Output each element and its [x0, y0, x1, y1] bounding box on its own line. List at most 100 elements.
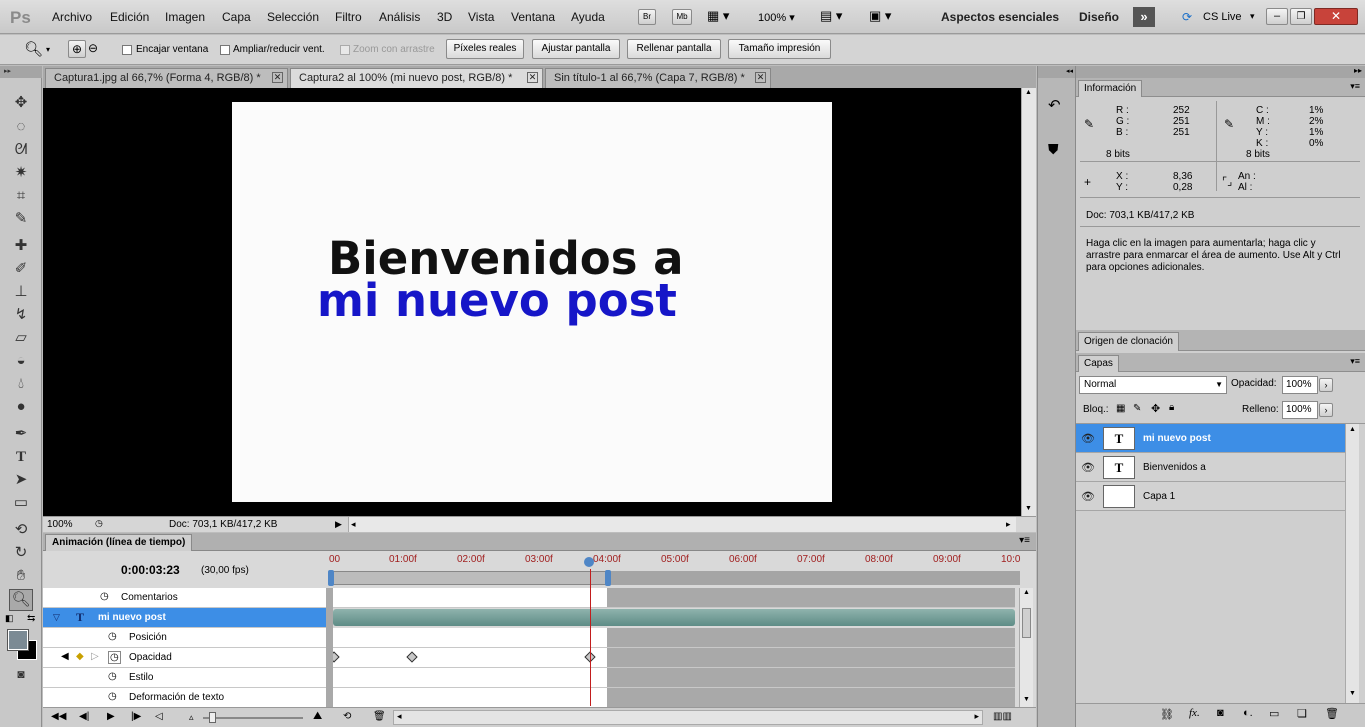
layers-scrollbar[interactable]: ▲ ▼ [1345, 424, 1359, 703]
zoom-out-icon[interactable]: ⊖ [88, 41, 98, 55]
play-icon[interactable]: ▶ [107, 711, 115, 722]
panel-menu-icon[interactable]: ▾≡ [1350, 356, 1360, 367]
menu-filtro[interactable]: Filtro [335, 10, 362, 24]
tab-capas[interactable]: Capas [1078, 355, 1119, 372]
zoom-level-dropdown[interactable]: 100% ▾ [758, 11, 795, 24]
scroll-down-icon[interactable]: ▼ [1023, 696, 1030, 703]
3d-orbit-tool-icon[interactable]: ↻ [10, 543, 32, 563]
fill-slider-button[interactable]: › [1319, 403, 1333, 417]
tab-captura1[interactable]: Captura1.jpg al 66,7% (Forma 4, RGB/8) *… [45, 68, 288, 88]
opacity-slider-button[interactable]: › [1319, 378, 1333, 392]
trash-icon[interactable]: 🗑︎ [373, 711, 386, 722]
zoom-in-icon[interactable]: ⊕ [68, 40, 86, 58]
animation-tab[interactable]: Animación (línea de tiempo) [45, 534, 193, 551]
close-icon[interactable]: ✕ [755, 72, 766, 83]
track-comentarios[interactable]: ◷ Comentarios [43, 588, 326, 608]
lock-brush-icon[interactable]: ✎ [1133, 403, 1141, 414]
eye-icon[interactable]: 👁︎ [1081, 490, 1095, 503]
new-group-icon[interactable]: ▭ [1269, 707, 1279, 720]
status-menu-icon[interactable]: ▶ [335, 519, 342, 530]
actions-panel-icon[interactable]: ⛊ [1048, 141, 1059, 158]
zoom-out-mountain-icon[interactable]: ▵ [189, 712, 194, 723]
tab-informacion[interactable]: Información [1078, 80, 1143, 97]
lock-position-icon[interactable]: ✥ [1151, 402, 1160, 415]
menu-ventana[interactable]: Ventana [511, 10, 555, 24]
status-clock-icon[interactable]: ◷ [95, 518, 103, 529]
timeline-vertical-scrollbar[interactable]: ▲ ▼ [1019, 588, 1033, 708]
eyedropper-tool-icon[interactable]: ✎ [10, 209, 32, 229]
timeline-row[interactable] [333, 588, 1015, 608]
work-area-start-handle[interactable] [328, 570, 334, 586]
dock-collapse-icon[interactable]: ▸▸ [1354, 66, 1362, 75]
new-layer-icon[interactable]: ❏ [1297, 707, 1307, 720]
arrange-documents-icon[interactable]: ▤ ▾ [820, 8, 842, 24]
delete-layer-icon[interactable]: 🗑︎ [1325, 707, 1339, 720]
crop-tool-icon[interactable]: ⌗ [10, 186, 32, 206]
track-layer-mi-nuevo-post[interactable]: ▽ T mi nuevo post [43, 608, 326, 628]
prev-frame-icon[interactable]: ◀| [79, 711, 89, 722]
tab-origen-clonacion[interactable]: Origen de clonación [1078, 332, 1179, 351]
stopwatch-icon[interactable]: ◷ [100, 591, 109, 602]
workspace-essentials[interactable]: Aspectos esenciales [941, 10, 1059, 24]
tab-sin-titulo-1[interactable]: Sin título-1 al 66,7% (Capa 7, RGB/8) * … [545, 68, 771, 88]
zoom-tool-active-icon[interactable]: 🔍︎ [9, 589, 33, 611]
zoom-tool-icon[interactable]: 🔍︎ [24, 40, 43, 58]
opacity-input[interactable]: 100% [1282, 376, 1318, 394]
layer-row-mi-nuevo-post[interactable]: 👁︎ T mi nuevo post [1076, 424, 1345, 453]
first-frame-icon[interactable]: ◀◀ [51, 711, 66, 722]
shape-tool-icon[interactable]: ▭ [10, 493, 32, 513]
close-icon[interactable]: ✕ [272, 72, 283, 83]
panel-menu-icon[interactable]: ▾≡ [1019, 535, 1030, 546]
minibridge-button[interactable]: Mb [672, 9, 692, 25]
current-time[interactable]: 0:00:03:23 [121, 563, 180, 577]
add-keyframe-icon[interactable]: ◆ [76, 651, 84, 662]
strip-collapse-icon[interactable]: ◂◂ [1038, 66, 1076, 78]
paint-bucket-tool-icon[interactable]: ◒ [10, 351, 32, 371]
path-selection-tool-icon[interactable]: ➤ [10, 470, 32, 490]
view-extras-icon[interactable]: ▦ ▾ [707, 8, 729, 24]
foreground-color-swatch[interactable] [7, 629, 29, 651]
close-button[interactable]: ✕ [1314, 8, 1358, 25]
lock-all-icon[interactable]: 🔒︎ [1169, 402, 1174, 413]
expand-triangle-icon[interactable]: ▽ [53, 612, 60, 623]
menu-capa[interactable]: Capa [222, 10, 251, 24]
marquee-tool-icon[interactable]: ◌ [10, 117, 32, 137]
3d-rotate-tool-icon[interactable]: ⟲ [10, 520, 32, 540]
close-icon[interactable]: ✕ [527, 72, 538, 83]
default-colors-icon[interactable]: ◧ [5, 613, 14, 624]
link-layers-icon[interactable]: ⛓︎ [1160, 708, 1174, 721]
fill-input[interactable]: 100% [1282, 401, 1318, 419]
menu-ayuda[interactable]: Ayuda [571, 10, 605, 24]
timeline-row[interactable] [328, 648, 1015, 668]
work-area-end-handle[interactable] [605, 570, 611, 586]
timeline-zoom-slider[interactable] [203, 717, 303, 719]
blur-tool-icon[interactable]: 💧︎ [10, 374, 32, 394]
stopwatch-icon[interactable]: ◷ [108, 631, 117, 642]
cslive-button[interactable]: CS Live [1203, 11, 1242, 23]
timeline-zoom-thumb[interactable] [209, 712, 216, 723]
blend-mode-select[interactable]: Normal ▼ [1079, 376, 1227, 394]
timeline-horizontal-scrollbar[interactable]: ◂ ▸ [393, 710, 983, 725]
stopwatch-icon[interactable]: ◷ [108, 671, 117, 682]
eye-icon[interactable]: 👁︎ [1081, 461, 1095, 474]
resize-window-checkbox[interactable] [220, 45, 230, 55]
layer-row-bienvenidos[interactable]: 👁︎ T Bienvenidos a [1076, 453, 1345, 482]
move-tool-icon[interactable]: ✥ [10, 93, 32, 113]
frames-mode-icon[interactable]: ▥▥ [993, 711, 1012, 722]
menu-3d[interactable]: 3D [437, 10, 452, 24]
menu-archivo[interactable]: Archivo [52, 10, 92, 24]
scroll-left-icon[interactable]: ◂ [351, 519, 356, 530]
scroll-down-icon[interactable]: ▼ [1349, 690, 1356, 697]
bridge-button[interactable]: Br [638, 9, 656, 25]
canvas-vertical-scrollbar[interactable]: ▲ ▼ [1021, 88, 1036, 516]
playhead-line[interactable] [590, 569, 591, 706]
brush-tool-icon[interactable]: ✐ [10, 259, 32, 279]
fit-window-checkbox[interactable] [122, 45, 132, 55]
work-area-bar[interactable] [331, 571, 609, 585]
hand-tool-icon[interactable]: ✋︎ [10, 566, 32, 586]
scrubby-zoom-checkbox[interactable] [340, 45, 350, 55]
scroll-down-icon[interactable]: ▼ [1025, 505, 1032, 512]
tab-captura2[interactable]: Captura2 al 100% (mi nuevo post, RGB/8) … [290, 68, 543, 88]
history-brush-tool-icon[interactable]: ↯ [10, 305, 32, 325]
next-frame-icon[interactable]: |▶ [131, 711, 141, 722]
